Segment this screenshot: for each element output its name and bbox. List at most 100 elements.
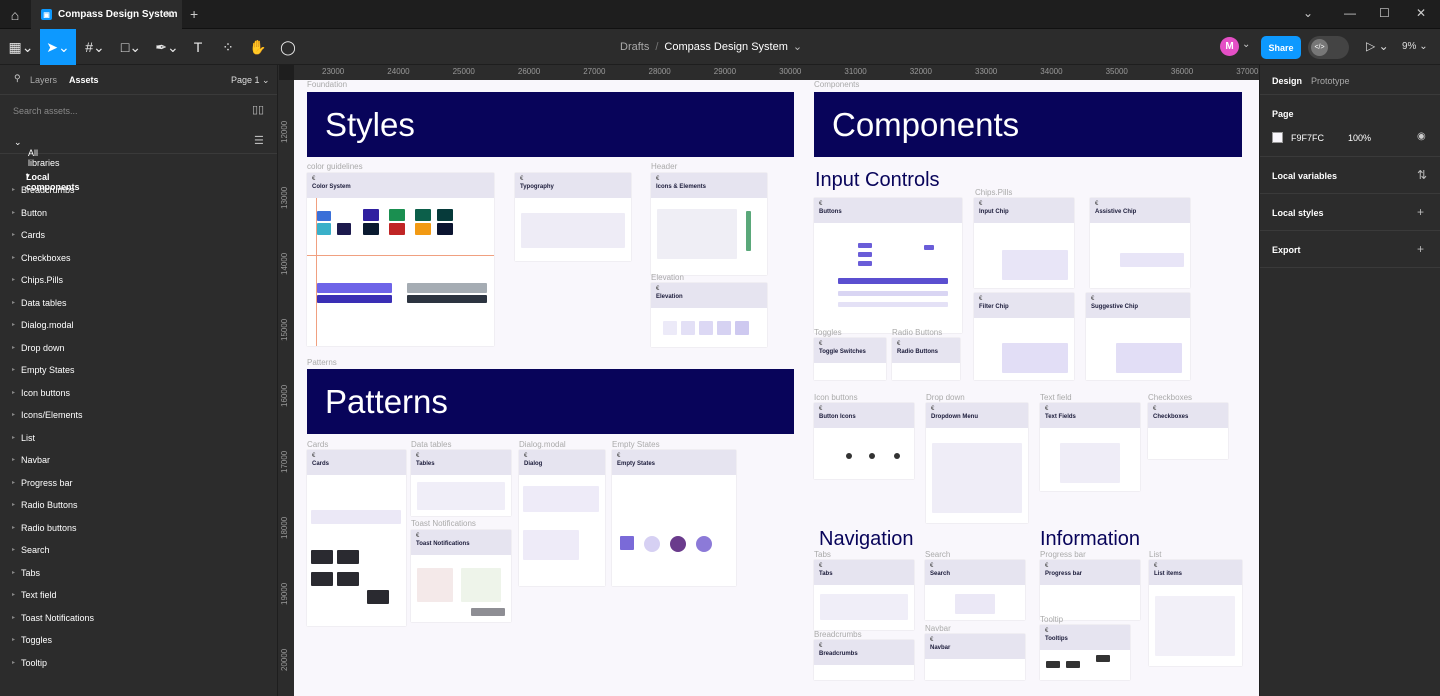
move-tool-icon[interactable]: ➤⌄ [40, 29, 76, 65]
chevron-right-icon[interactable]: ▸ [12, 614, 15, 621]
color-system-card[interactable]: € Color System [307, 173, 494, 346]
tab-layers[interactable]: Layers [30, 75, 57, 85]
list-items-card[interactable]: € List items [1149, 560, 1242, 666]
component-item[interactable]: ▸ Navbar [0, 449, 277, 472]
breadcrumbs-card[interactable]: € Breadcrumbs [814, 640, 914, 680]
chevron-down-icon[interactable]: ⌄ [1303, 6, 1313, 20]
chevron-right-icon[interactable]: ▸ [12, 636, 15, 643]
chevron-right-icon[interactable]: ▸ [12, 209, 15, 216]
frame-label-chips-pills[interactable]: Chips.Pills [975, 188, 1012, 197]
frame-label-text-field[interactable]: Text field [1040, 393, 1072, 402]
checkboxes-card[interactable]: € Checkboxes [1148, 403, 1228, 459]
library-book-icon[interactable]: ▯▯ [252, 103, 264, 116]
chevron-right-icon[interactable]: ▸ [12, 321, 15, 328]
toggle-switches-card[interactable]: € Toggle Switches [814, 338, 886, 380]
chevron-right-icon[interactable]: ▸ [12, 501, 15, 508]
chevron-right-icon[interactable]: ▸ [12, 411, 15, 418]
variables-settings-icon[interactable]: ⇅ [1417, 168, 1427, 182]
frame-label-header[interactable]: Header [651, 162, 677, 171]
frame-label-breadcrumbs[interactable]: Breadcrumbs [814, 630, 862, 639]
component-item[interactable]: ▸ Chips.Pills [0, 269, 277, 292]
hand-tool-icon[interactable]: ✋ [246, 29, 270, 65]
new-tab-icon[interactable]: + [190, 6, 198, 22]
chevron-right-icon[interactable]: ▸ [12, 524, 15, 531]
button-icons-card[interactable]: € Button Icons [814, 403, 914, 479]
frame-label-radio-buttons[interactable]: Radio Buttons [892, 328, 942, 337]
component-item[interactable]: ▸ Search [0, 539, 277, 562]
list-view-icon[interactable]: ☰ [254, 134, 264, 147]
component-item[interactable]: ▸ Radio buttons [0, 517, 277, 540]
chevron-right-icon[interactable]: ▸ [12, 546, 15, 553]
local-components-header[interactable]: ▾ Local components [0, 154, 277, 192]
page-color-swatch[interactable] [1272, 132, 1283, 143]
chevron-down-icon[interactable]: ⌄ [1242, 39, 1250, 50]
frame-label-cards[interactable]: Cards [307, 440, 328, 449]
frame-label-toggles[interactable]: Toggles [814, 328, 842, 337]
frame-label-tooltip[interactable]: Tooltip [1040, 615, 1063, 624]
chevron-right-icon[interactable]: ▸ [12, 659, 15, 666]
present-icon[interactable]: ▷ ⌄ [1366, 39, 1389, 53]
tab-design[interactable]: Design [1272, 76, 1302, 86]
text-fields-card[interactable]: € Text Fields [1040, 403, 1140, 491]
resources-icon[interactable]: ⁘ [216, 29, 240, 65]
chevron-down-icon[interactable]: ⌄ [793, 41, 802, 53]
page-selector[interactable]: Page 1 ⌄ [231, 75, 270, 86]
component-item[interactable]: ▸ Progress bar [0, 472, 277, 495]
add-style-icon[interactable]: + [1417, 205, 1424, 219]
chevron-right-icon[interactable]: ▸ [12, 299, 15, 306]
page-color-value[interactable]: F9F7FC [1291, 133, 1324, 143]
component-item[interactable]: ▸ Breadcrumbs [0, 179, 277, 202]
frame-label-empty-states[interactable]: Empty States [612, 440, 660, 449]
close-window-icon[interactable]: ✕ [1416, 6, 1426, 20]
typography-card[interactable]: € Typography [515, 173, 631, 261]
input-chip-card[interactable]: € Input Chip [974, 198, 1074, 288]
libraries-dropdown[interactable]: All libraries ⌄ [14, 137, 60, 168]
radio-buttons-card[interactable]: € Radio Buttons [892, 338, 960, 380]
dropdown-menu-card[interactable]: € Dropdown Menu [926, 403, 1028, 523]
frame-label-patterns[interactable]: Patterns [307, 358, 337, 367]
buttons-card[interactable]: € Buttons [814, 198, 962, 333]
elevation-card[interactable]: € Elevation [651, 283, 767, 347]
frame-label-foundation[interactable]: Foundation [307, 80, 347, 89]
cards-card[interactable]: € Cards [307, 450, 406, 626]
component-item[interactable]: ▸ Tabs [0, 562, 277, 585]
comment-tool-icon[interactable]: ◯ [276, 29, 300, 65]
toast-notifications-card[interactable]: € Toast Notifications [411, 530, 511, 622]
frame-label-list[interactable]: List [1149, 550, 1161, 559]
component-item[interactable]: ▸ Icons/Elements [0, 404, 277, 427]
navbar-card[interactable]: € Navbar [925, 634, 1025, 680]
empty-states-card[interactable]: € Empty States [612, 450, 736, 586]
component-item[interactable]: ▸ Checkboxes [0, 247, 277, 270]
frame-label-drop-down[interactable]: Drop down [926, 393, 965, 402]
frame-label-icon-buttons[interactable]: Icon buttons [814, 393, 858, 402]
share-button[interactable]: Share [1261, 36, 1301, 59]
chevron-right-icon[interactable]: ▸ [12, 344, 15, 351]
tabs-card[interactable]: € Tabs [814, 560, 914, 630]
breadcrumb-file[interactable]: Compass Design System [664, 41, 788, 53]
suggestive-chip-card[interactable]: € Suggestive Chip [1086, 293, 1190, 380]
close-tab-icon[interactable]: ✕ [165, 8, 174, 21]
component-item[interactable]: ▸ Cards [0, 224, 277, 247]
add-export-icon[interactable]: + [1417, 242, 1424, 256]
component-item[interactable]: ▸ Radio Buttons [0, 494, 277, 517]
chevron-right-icon[interactable]: ▸ [12, 479, 15, 486]
dialog-card[interactable]: € Dialog [519, 450, 605, 586]
progress-bar-card[interactable]: € Progress bar [1040, 560, 1140, 620]
canvas[interactable]: 23000 24000 25000 26000 27000 28000 29000 30000… [279, 65, 1259, 696]
component-item[interactable]: ▸ Dialog.modal [0, 314, 277, 337]
component-item[interactable]: ▸ Button [0, 202, 277, 225]
pen-tool-icon[interactable]: ✒⌄ [150, 29, 184, 65]
tooltips-card[interactable]: € Tooltips [1040, 625, 1130, 680]
home-icon[interactable]: ⌂ [0, 0, 30, 29]
chevron-right-icon[interactable]: ▸ [12, 591, 15, 598]
tab-assets[interactable]: Assets [69, 75, 99, 85]
chevron-right-icon[interactable]: ▸ [12, 186, 15, 193]
maximize-icon[interactable]: ☐ [1379, 6, 1390, 20]
frame-label-components[interactable]: Components [814, 80, 859, 89]
frame-label-color-guidelines[interactable]: color guidelines [307, 162, 363, 171]
shape-tool-icon[interactable]: □⌄ [114, 29, 148, 65]
assistive-chip-card[interactable]: € Assistive Chip [1090, 198, 1190, 288]
component-item[interactable]: ▸ Drop down [0, 337, 277, 360]
chevron-right-icon[interactable]: ▸ [12, 231, 15, 238]
search-icon[interactable]: ⚲ [14, 73, 21, 84]
